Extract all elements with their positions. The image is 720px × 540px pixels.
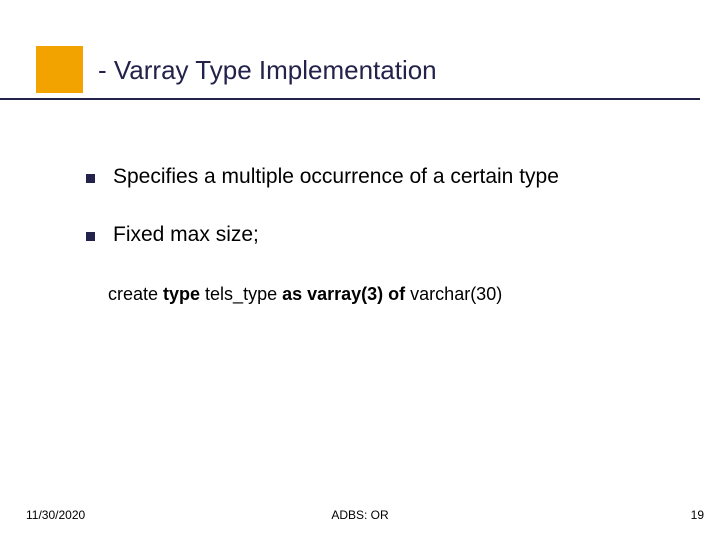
square-bullet-icon [86,174,95,183]
bullet-item: Fixed max size; [86,223,259,247]
bullet-text: Fixed max size; [113,223,259,247]
bullet-item: Specifies a multiple occurrence of a cer… [86,165,559,189]
slide-title: - Varray Type Implementation [98,55,437,86]
slide-number: 19 [691,508,704,522]
code-keyword: type [163,284,205,304]
bullet-text: Specifies a multiple occurrence of a cer… [113,165,559,189]
title-underline [0,98,700,100]
code-keyword: as varray(3) of [282,284,410,304]
footer-label: ADBS: OR [0,508,720,522]
accent-square [36,46,83,93]
code-token: varchar(30) [410,284,502,304]
code-example: create type tels_type as varray(3) of va… [108,284,502,305]
square-bullet-icon [86,232,95,241]
slide: - Varray Type Implementation Specifies a… [0,0,720,540]
code-token: create [108,284,163,304]
code-token: tels_type [205,284,282,304]
